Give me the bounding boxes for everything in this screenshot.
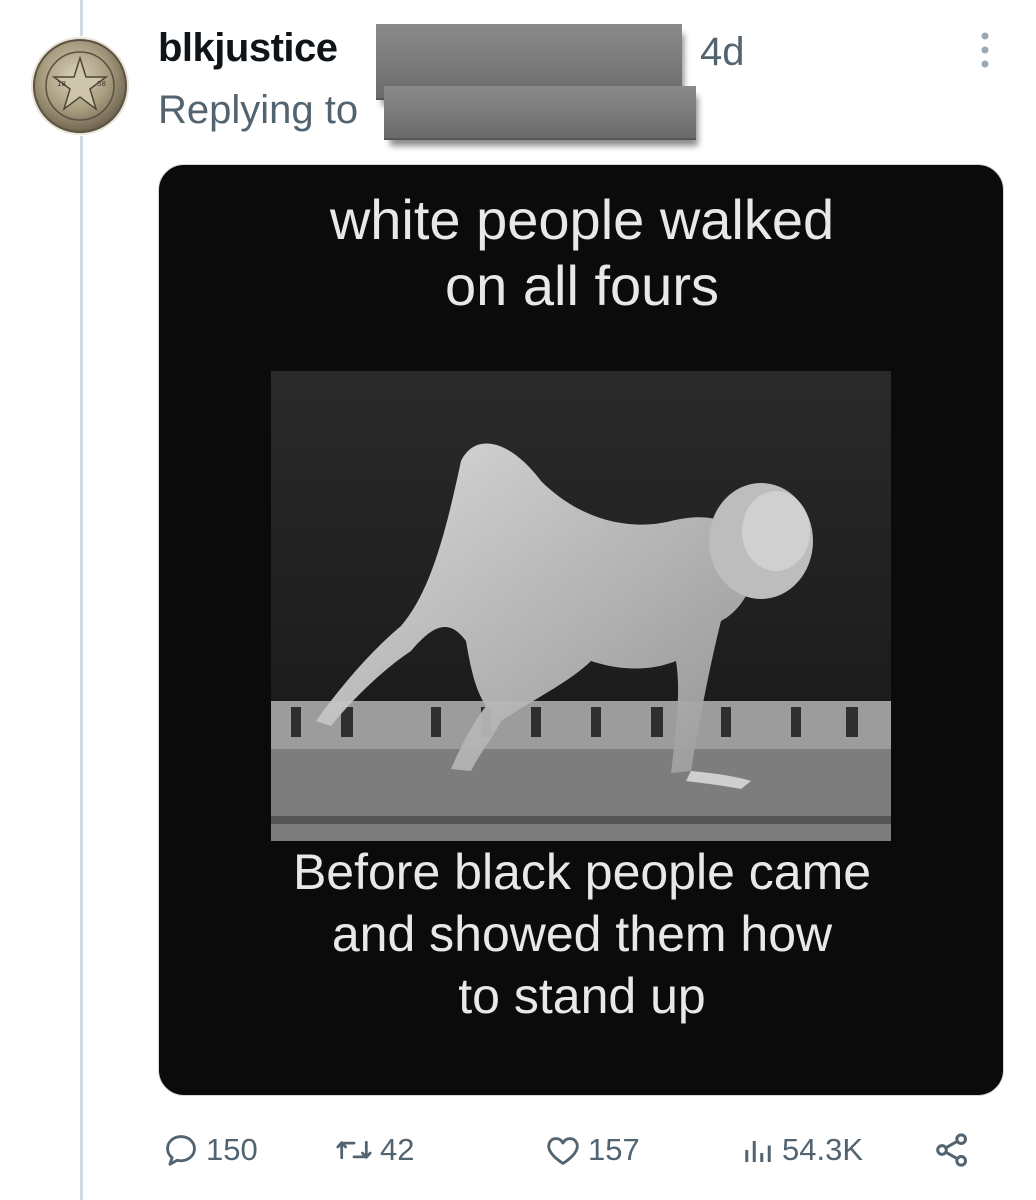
more-icon [981,32,989,68]
timestamp[interactable]: 4d [700,30,745,75]
retweet-icon [336,1140,372,1160]
username[interactable]: blkjustice [158,26,338,71]
meme-top-caption: white people walked on all fours [329,188,835,317]
meme-photo [271,371,891,841]
reply-count: 150 [206,1132,258,1167]
reply-button[interactable]: 150 [162,1122,258,1178]
svg-text:58: 58 [97,80,106,88]
meme-bottom-caption: Before black people came and showed them… [292,844,872,1024]
svg-text:18: 18 [57,80,66,88]
heart-icon [547,1137,579,1165]
share-icon [936,1133,967,1167]
like-button[interactable]: 157 [544,1122,640,1178]
more-options-button[interactable] [970,26,1000,74]
thread-line [80,0,83,1200]
tweet-image[interactable]: white people walked on all fours Before … [158,164,1004,1096]
like-count: 157 [588,1132,640,1167]
replying-to-label: Replying to [158,88,359,132]
tweet-actions-bar: 150 42 157 54.3K [158,1122,1004,1178]
retweet-count: 42 [380,1132,415,1167]
avatar[interactable]: 18 58 [30,36,130,136]
badge-icon: 18 58 [31,37,129,135]
retweet-button[interactable]: 42 [334,1122,414,1178]
views-chart-icon [745,1141,771,1162]
views-count: 54.3K [782,1132,864,1167]
reply-icon [166,1135,196,1166]
views-button[interactable]: 54.3K [740,1122,863,1178]
redaction-box-reply-target [384,86,696,140]
share-button[interactable] [932,1122,972,1178]
